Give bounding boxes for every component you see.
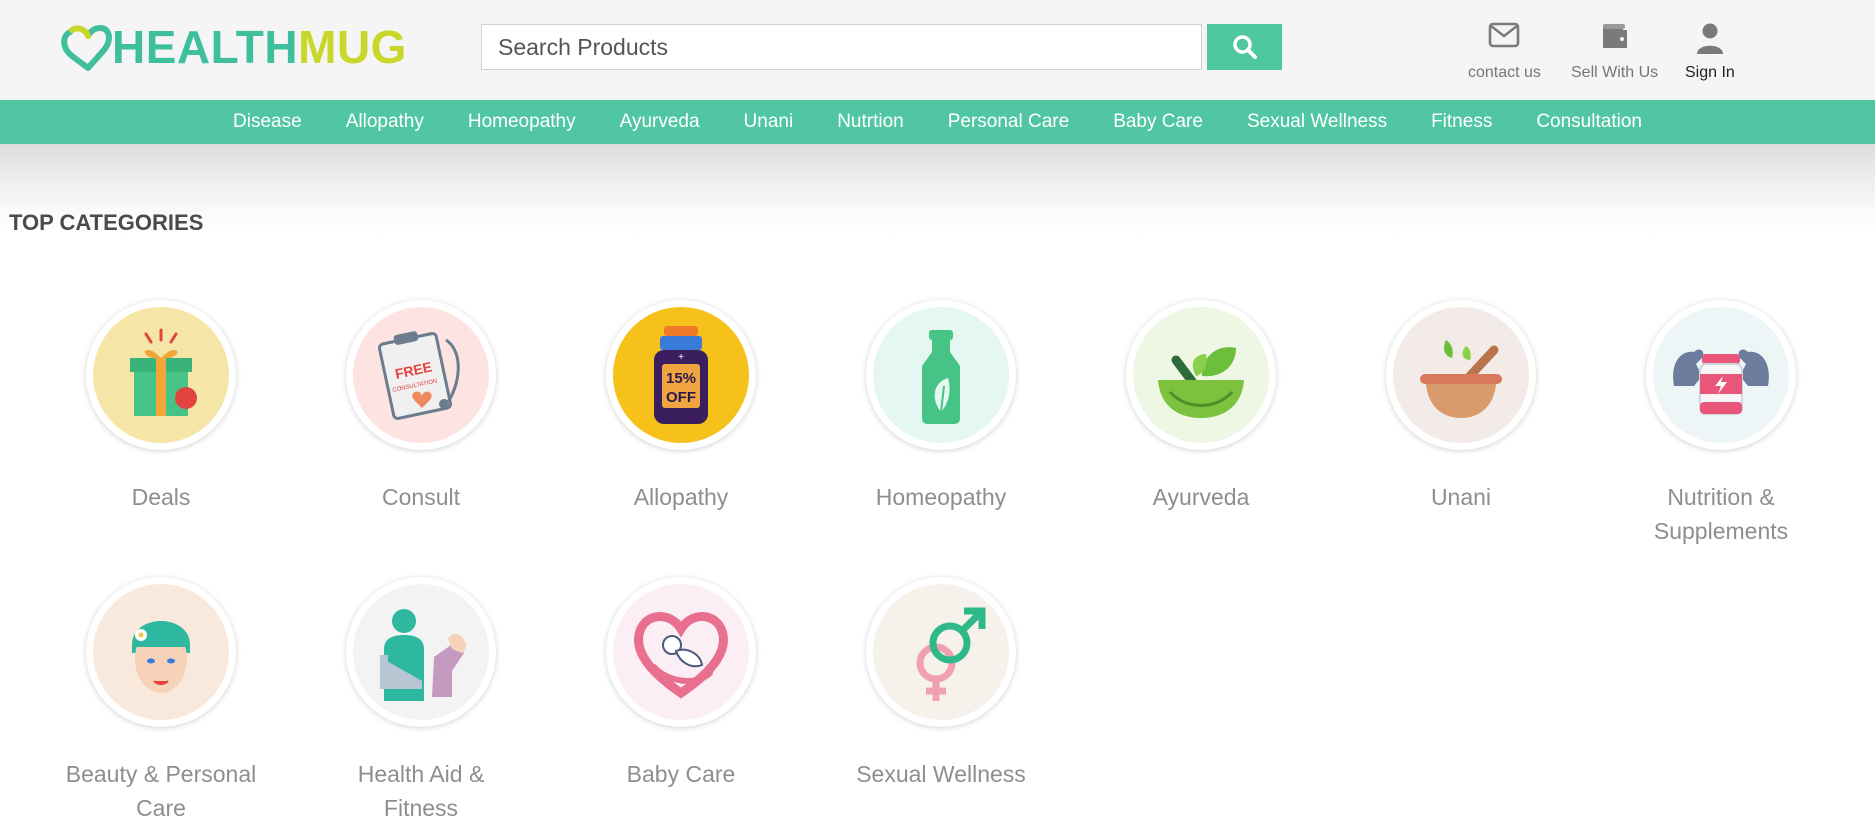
category-nav-bar: Disease Allopathy Homeopathy Ayurveda Un…: [0, 100, 1875, 144]
category-health-aid-fitness-label: Health Aid & Fitness: [357, 761, 485, 821]
category-homeopathy-label: Homeopathy: [875, 484, 1007, 510]
site-header: HEALTHMUG contact us Sell With Us Sign I…: [0, 0, 1875, 100]
category-baby-care-label: Baby Care: [626, 761, 736, 787]
category-nutrition-supplements-label: Nutrition & Supplements: [1653, 484, 1789, 544]
category-nutrition-supplements[interactable]: Nutrition & Supplements: [1621, 300, 1821, 548]
category-ayurveda[interactable]: Ayurveda: [1101, 300, 1301, 514]
category-ayurveda-label: Ayurveda: [1152, 484, 1250, 510]
category-deals[interactable]: Deals: [61, 300, 261, 514]
heart-baby-icon: [634, 612, 728, 699]
category-sexual-wellness[interactable]: Sexual Wellness: [841, 577, 1041, 791]
nav-item-allopathy[interactable]: Allopathy: [346, 111, 424, 133]
mortar-pestle-icon: [1420, 340, 1502, 418]
search-button[interactable]: [1207, 24, 1282, 70]
svg-text:15%: 15%: [666, 370, 696, 387]
category-health-aid-fitness[interactable]: Health Aid & Fitness: [321, 577, 521, 825]
nav-item-consultation[interactable]: Consultation: [1536, 111, 1642, 133]
nav-item-disease[interactable]: Disease: [233, 111, 302, 133]
logo-text-mug: MUG: [298, 21, 407, 73]
wallet-icon: [1602, 24, 1627, 48]
nav-item-personal-care[interactable]: Personal Care: [948, 111, 1069, 133]
nav-item-fitness[interactable]: Fitness: [1431, 111, 1492, 133]
category-deals-label: Deals: [131, 484, 191, 510]
gender-symbols-icon: [916, 607, 986, 701]
nav-item-ayurveda[interactable]: Ayurveda: [620, 111, 700, 133]
nav-item-baby-care[interactable]: Baby Care: [1113, 111, 1203, 133]
nav-item-homeopathy[interactable]: Homeopathy: [468, 111, 576, 133]
svg-text:OFF: OFF: [666, 389, 696, 406]
clipboard-stethoscope-icon: FREE CONSULTATION: [377, 331, 460, 420]
svg-text:+: +: [678, 352, 684, 363]
category-sexual-wellness-label: Sexual Wellness: [856, 761, 1026, 787]
banner-shadow: [0, 144, 1875, 236]
category-consult-label: Consult: [382, 484, 460, 510]
sell-with-us-label: Sell With Us: [1571, 64, 1659, 81]
woman-face-icon: [132, 621, 190, 693]
category-allopathy-label: Allopathy: [633, 484, 729, 510]
nav-item-unani[interactable]: Unani: [744, 111, 794, 133]
contact-us-label: contact us: [1468, 64, 1541, 81]
envelope-icon: [1489, 22, 1520, 48]
category-beauty-personal-care[interactable]: Beauty & Personal Care: [61, 577, 261, 825]
category-beauty-personal-care-label: Beauty & Personal Care: [65, 761, 257, 821]
search-icon: [1232, 35, 1257, 59]
mortar-leaves-icon: [1158, 347, 1244, 418]
category-consult[interactable]: FREE CONSULTATION Consult: [321, 300, 521, 514]
category-baby-care[interactable]: Baby Care: [581, 577, 781, 791]
nav-item-nutrition[interactable]: Nutrtion: [837, 111, 904, 133]
nav-item-sexual-wellness[interactable]: Sexual Wellness: [1247, 111, 1387, 133]
search-input[interactable]: [481, 24, 1202, 70]
user-icon: [1696, 23, 1723, 54]
heart-logo-icon: [61, 25, 112, 71]
sling-bandage-icon: [380, 609, 467, 701]
sell-with-us-link[interactable]: Sell With Us: [1571, 22, 1658, 82]
contact-us-link[interactable]: contact us: [1468, 22, 1541, 82]
sign-in-link[interactable]: Sign In: [1685, 22, 1735, 82]
category-unani[interactable]: Unani: [1361, 300, 1561, 514]
category-homeopathy[interactable]: Homeopathy: [841, 300, 1041, 514]
category-allopathy[interactable]: 15% OFF + Allopathy: [581, 300, 781, 514]
leaf-bottle-icon: [922, 330, 960, 424]
supplement-muscle-icon: [1673, 349, 1769, 415]
category-unani-label: Unani: [1430, 484, 1492, 510]
gift-icon: [130, 328, 197, 416]
sign-in-label: Sign In: [1685, 64, 1735, 81]
medicine-bottle-icon: 15% OFF +: [654, 326, 708, 424]
logo-text-health: HEALTH: [112, 21, 299, 73]
healthmug-logo[interactable]: HEALTHMUG: [60, 22, 407, 72]
top-categories-title: TOP CATEGORIES: [9, 210, 204, 235]
